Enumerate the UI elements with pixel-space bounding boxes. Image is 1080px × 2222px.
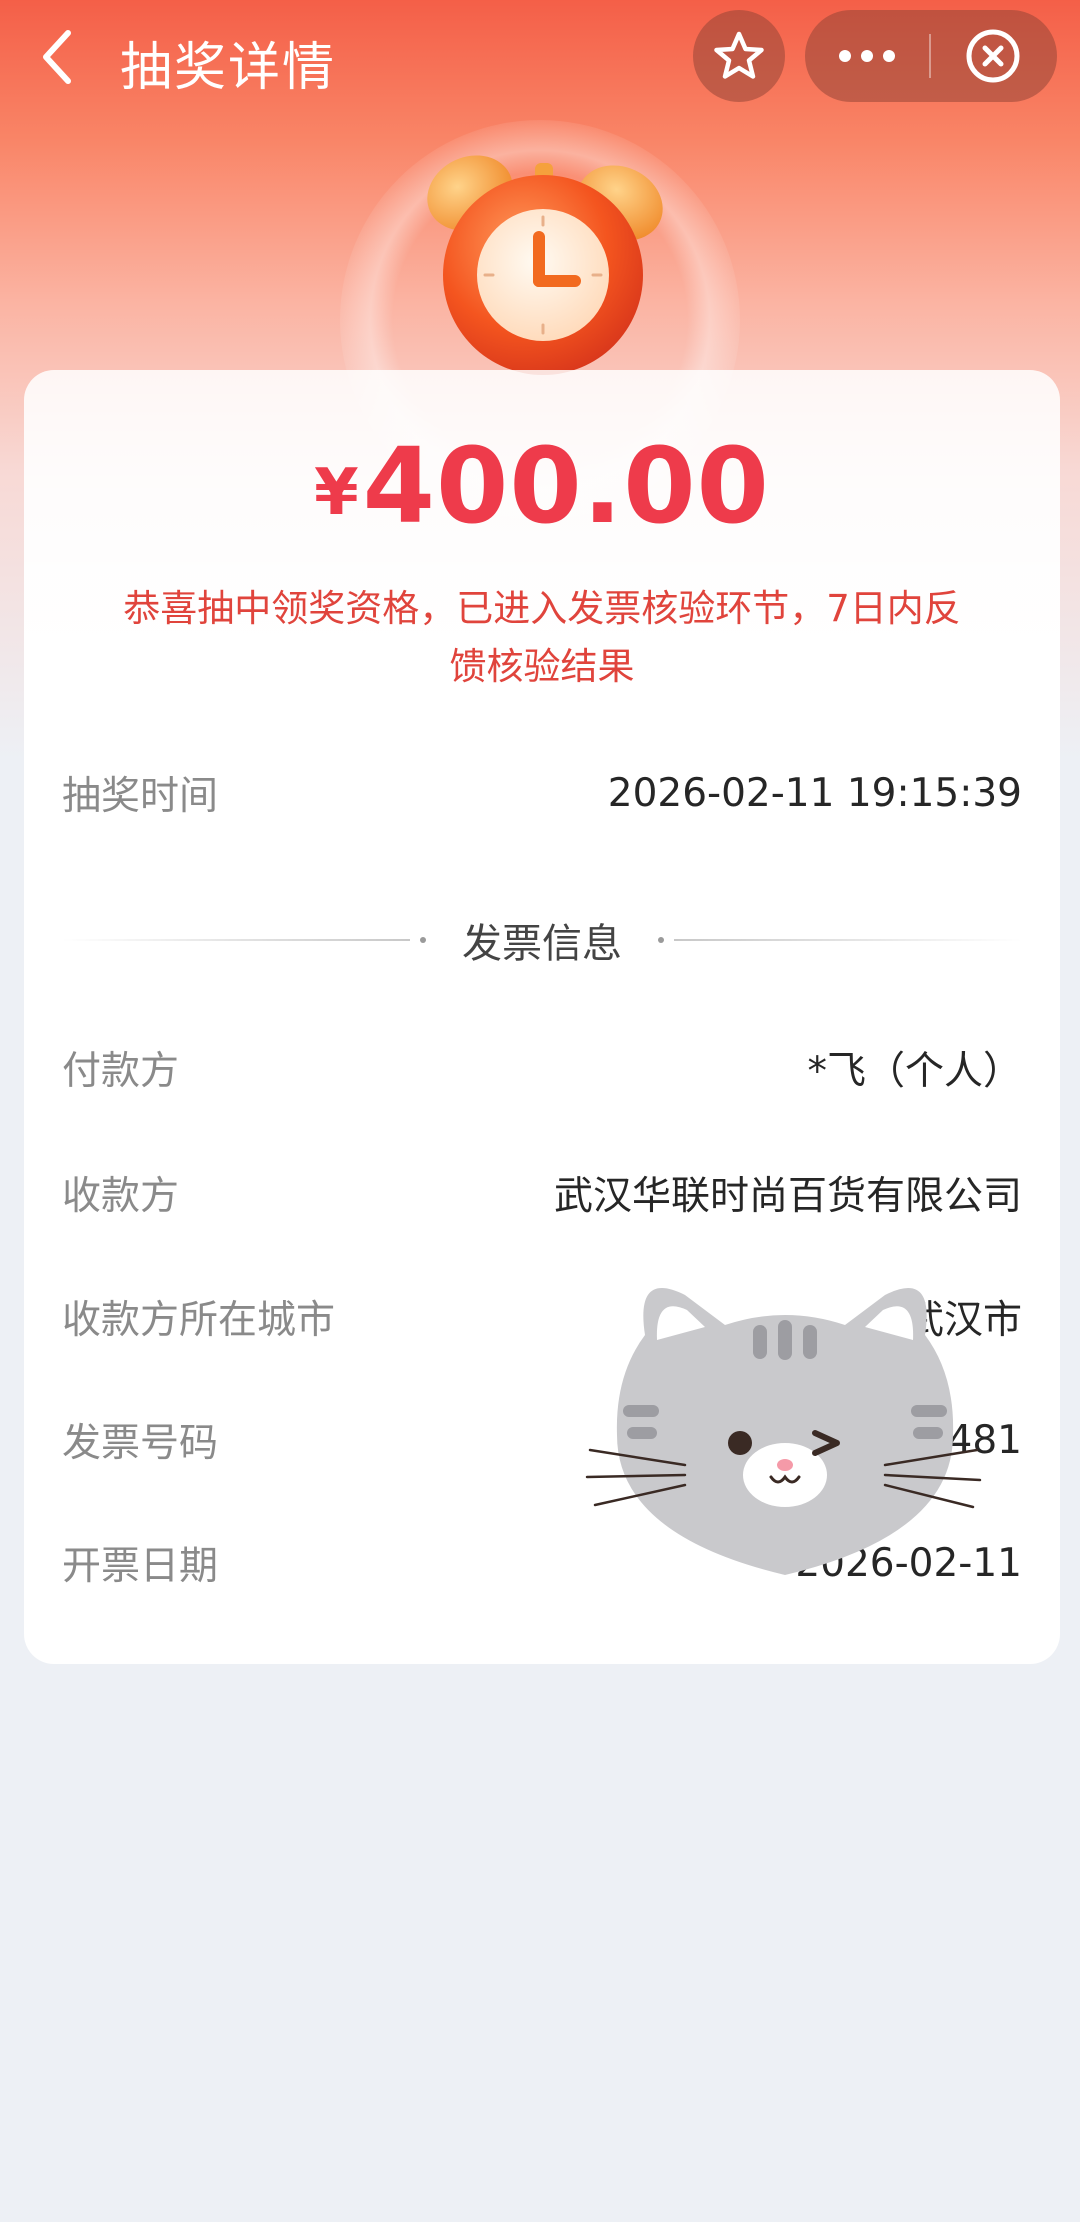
divider-dot-left: [420, 937, 426, 943]
alarm-clock-icon: [427, 155, 663, 375]
more-dots-icon: [839, 50, 895, 62]
close-button[interactable]: [931, 10, 1055, 102]
draw-time-value: 2026-02-11 19:15:39: [607, 770, 1022, 816]
back-button[interactable]: [30, 22, 86, 92]
star-icon: [714, 31, 764, 79]
prize-amount: ¥400.00: [24, 425, 1060, 547]
amount-value: 400.00: [362, 425, 770, 547]
back-arrow-icon: [43, 30, 71, 84]
payee-city-label: 收款方所在城市: [62, 1298, 336, 1343]
divider-line-right: [674, 939, 1022, 941]
cat-sticker-overlay: [575, 1265, 995, 1595]
payee-label: 收款方: [62, 1174, 180, 1219]
invoice-section-header: 发票信息: [62, 910, 1022, 970]
payer-row: 付款方 *飞（个人）: [62, 1038, 1022, 1098]
invoice-number-label: 发票号码: [62, 1421, 219, 1466]
top-nav-bar: 抽奖详情: [0, 0, 1080, 115]
payee-value: 武汉华联时尚百货有限公司: [553, 1174, 1022, 1219]
congrats-message: 恭喜抽中领奖资格，已进入发票核验环节，7日内反馈核验结果: [123, 587, 961, 688]
draw-time-label: 抽奖时间: [62, 774, 219, 819]
invoice-date-label: 开票日期: [62, 1544, 219, 1589]
favorite-button[interactable]: [693, 10, 785, 102]
payer-value: *飞（个人）: [807, 1049, 1022, 1094]
draw-time-row: 抽奖时间 2026-02-11 19:15:39: [62, 763, 1022, 823]
invoice-section-title: 发票信息: [462, 921, 622, 967]
divider-dot-right: [658, 937, 664, 943]
mini-program-capsule: [805, 10, 1057, 102]
currency-symbol: ¥: [314, 456, 359, 530]
payee-row: 收款方 武汉华联时尚百货有限公司: [62, 1163, 1022, 1223]
payer-label: 付款方: [62, 1049, 180, 1094]
page-title: 抽奖详情: [120, 38, 337, 98]
alarm-clock-illustration: [415, 145, 675, 375]
more-button[interactable]: [805, 10, 929, 102]
close-circle-icon: [966, 29, 1020, 83]
divider-line-left: [62, 939, 410, 941]
cat-face-icon: [585, 1288, 982, 1575]
